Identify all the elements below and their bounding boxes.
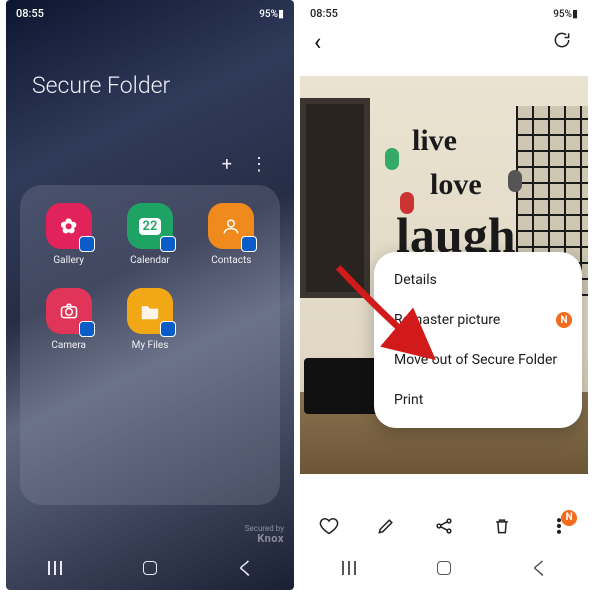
my-files-icon	[127, 288, 173, 334]
delete-button[interactable]	[492, 516, 512, 541]
app-label: My Files	[132, 340, 169, 351]
app-contacts[interactable]: Contacts	[193, 203, 270, 266]
status-battery: 95%	[259, 9, 278, 20]
secure-folder-title: Secure Folder	[32, 72, 294, 99]
knox-watermark: Secured by Knox	[245, 525, 284, 544]
phone-left-secure-folder: 08:55 95%▮ Secure Folder + ⋮ ✿ Gallery 2…	[6, 0, 294, 590]
app-grid: ✿ Gallery 22 Calendar Contacts	[30, 203, 270, 351]
app-calendar[interactable]: 22 Calendar	[111, 203, 188, 266]
edit-button[interactable]	[376, 516, 396, 541]
calendar-icon: 22	[127, 203, 173, 249]
menu-item-move-out[interactable]: Move out of Secure Folder	[374, 340, 582, 380]
sync-button[interactable]	[552, 30, 572, 55]
phone-right-gallery-viewer: 08:55 95%▮ ‹ live love laugh	[300, 0, 588, 590]
app-my-files[interactable]: My Files	[111, 288, 188, 351]
app-panel: ✿ Gallery 22 Calendar Contacts	[20, 185, 280, 505]
photo-word-love: love	[430, 168, 482, 202]
app-gallery[interactable]: ✿ Gallery	[30, 203, 107, 266]
camera-icon	[46, 288, 92, 334]
favorite-button[interactable]	[319, 516, 339, 541]
photo-word-live: live	[412, 124, 457, 158]
menu-item-details[interactable]: Details	[374, 260, 582, 300]
menu-item-print[interactable]: Print	[374, 380, 582, 420]
nav-back-button[interactable]: く	[530, 555, 548, 581]
status-battery: 95%	[553, 9, 572, 20]
new-badge: N	[561, 510, 577, 526]
app-label: Calendar	[130, 255, 170, 266]
navbar-left: く	[6, 550, 294, 586]
nav-back-button[interactable]: く	[236, 555, 254, 581]
navbar-right: く	[300, 550, 588, 586]
share-button[interactable]	[434, 516, 454, 541]
app-label: Camera	[51, 340, 86, 351]
nav-recent-button[interactable]	[340, 561, 358, 575]
nav-recent-button[interactable]	[46, 561, 64, 575]
photo-wall-frame	[300, 98, 370, 298]
status-time: 08:55	[16, 7, 44, 20]
contacts-icon	[208, 203, 254, 249]
menu-item-remaster[interactable]: Remaster picture N	[374, 300, 582, 340]
new-badge: N	[556, 312, 572, 328]
statusbar-left: 08:55 95%▮	[6, 0, 294, 22]
nav-home-button[interactable]	[437, 561, 451, 575]
gallery-icon: ✿	[46, 203, 92, 249]
app-label: Gallery	[53, 255, 84, 266]
back-button[interactable]: ‹	[314, 28, 321, 56]
context-menu: Details Remaster picture N Move out of S…	[374, 252, 582, 428]
viewer-toolbar: N	[300, 506, 588, 550]
nav-home-button[interactable]	[143, 561, 157, 575]
more-button[interactable]: ⋮	[250, 154, 268, 175]
statusbar-right: 08:55 95%▮	[300, 0, 588, 22]
app-camera[interactable]: Camera	[30, 288, 107, 351]
app-label: Contacts	[211, 255, 251, 266]
add-button[interactable]: +	[222, 154, 232, 175]
viewer-topbar: ‹	[300, 22, 588, 64]
status-icons-right: 95%▮	[256, 7, 284, 20]
status-icons-right: 95%▮	[550, 7, 578, 20]
more-options-button[interactable]: N	[549, 516, 569, 541]
status-time: 08:55	[310, 7, 338, 20]
photo-viewport[interactable]: live love laugh Details	[300, 76, 588, 474]
